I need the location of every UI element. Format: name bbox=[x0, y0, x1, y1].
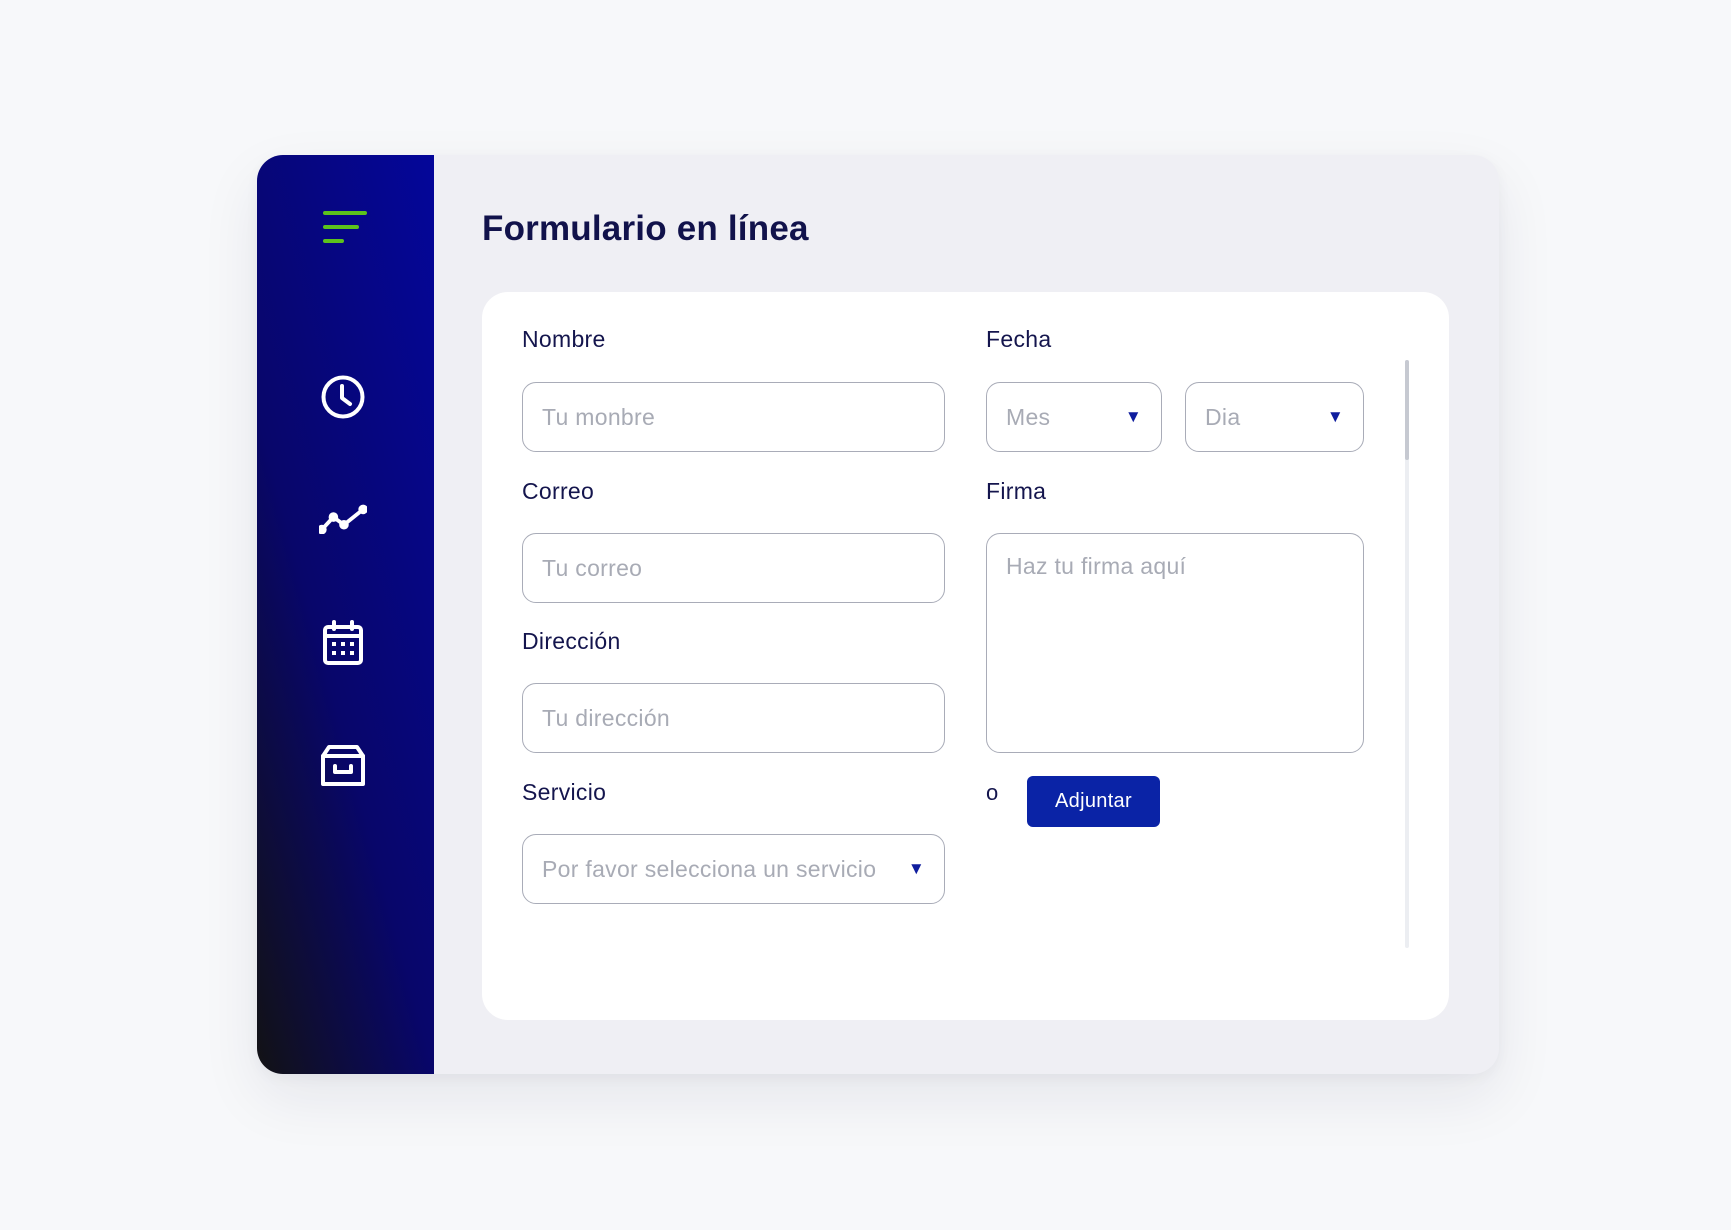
signature-textarea[interactable] bbox=[986, 533, 1364, 753]
main-content: Formulario en línea Nombre Correo Direcc… bbox=[434, 155, 1499, 1074]
service-select-value: Por favor selecciona un servicio bbox=[542, 855, 877, 882]
address-input[interactable] bbox=[522, 683, 945, 753]
address-label: Dirección bbox=[522, 628, 621, 654]
clock-icon bbox=[321, 375, 365, 419]
signature-label: Firma bbox=[986, 478, 1047, 504]
service-select[interactable]: Por favor selecciona un servicio ▼ bbox=[522, 834, 945, 904]
chart-line-icon bbox=[319, 504, 367, 534]
date-label: Fecha bbox=[986, 326, 1052, 352]
caret-down-icon: ▼ bbox=[907, 859, 925, 878]
email-label: Correo bbox=[522, 478, 595, 504]
caret-down-icon: ▼ bbox=[1124, 407, 1142, 426]
menu-bar bbox=[323, 225, 359, 229]
service-label: Servicio bbox=[522, 779, 607, 805]
page-title: Formulario en línea bbox=[482, 209, 809, 248]
scrollbar-thumb[interactable] bbox=[1405, 360, 1409, 460]
or-separator: o bbox=[986, 780, 999, 805]
menu-bar bbox=[323, 239, 344, 243]
scrollbar-track[interactable] bbox=[1405, 360, 1409, 948]
app-window: Formulario en línea Nombre Correo Direcc… bbox=[257, 155, 1499, 1074]
attach-button[interactable]: Adjuntar bbox=[1027, 776, 1160, 827]
sidebar-item-calendar[interactable] bbox=[319, 619, 367, 667]
day-select-value: Dia bbox=[1205, 403, 1241, 430]
form-card: Nombre Correo Dirección Servicio Por fav… bbox=[482, 292, 1449, 1020]
name-label: Nombre bbox=[522, 326, 606, 352]
menu-icon[interactable] bbox=[323, 211, 367, 245]
sidebar-item-archive[interactable] bbox=[319, 742, 367, 790]
menu-bar bbox=[323, 211, 367, 215]
calendar-icon bbox=[323, 620, 363, 665]
caret-down-icon: ▼ bbox=[1326, 407, 1344, 426]
name-input[interactable] bbox=[522, 382, 945, 452]
day-select[interactable]: Dia ▼ bbox=[1185, 382, 1364, 452]
month-select-value: Mes bbox=[1006, 403, 1051, 430]
sidebar bbox=[257, 155, 434, 1074]
email-input[interactable] bbox=[522, 533, 945, 603]
sidebar-item-history[interactable] bbox=[319, 373, 367, 421]
sidebar-item-analytics[interactable] bbox=[319, 495, 367, 543]
month-select[interactable]: Mes ▼ bbox=[986, 382, 1162, 452]
archive-icon bbox=[321, 745, 365, 786]
